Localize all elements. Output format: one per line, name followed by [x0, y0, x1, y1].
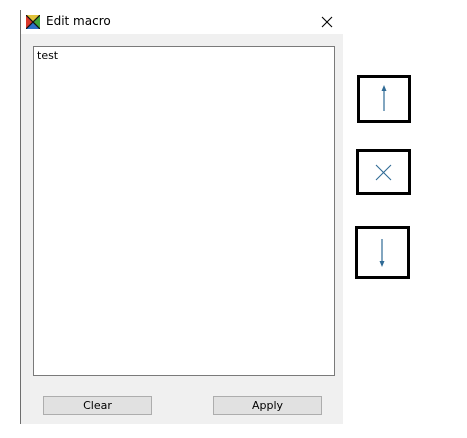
- window-title: Edit macro: [46, 14, 111, 28]
- arrow-down-icon: [379, 239, 385, 267]
- close-icon[interactable]: [311, 10, 343, 34]
- arrow-up-icon: [381, 85, 387, 111]
- title-bar[interactable]: Edit macro: [21, 10, 343, 34]
- apply-button[interactable]: Apply: [213, 396, 322, 415]
- clear-button[interactable]: Clear: [43, 396, 152, 415]
- move-up-button[interactable]: [357, 75, 411, 123]
- move-down-button[interactable]: [355, 226, 410, 279]
- edit-macro-dialog: Edit macro Clear Apply: [20, 10, 343, 424]
- screen: Edit macro Clear Apply: [0, 0, 467, 438]
- x-icon: [375, 164, 392, 181]
- app-icon: [26, 15, 40, 29]
- delete-button[interactable]: [356, 149, 411, 195]
- macro-text-area[interactable]: [33, 46, 335, 376]
